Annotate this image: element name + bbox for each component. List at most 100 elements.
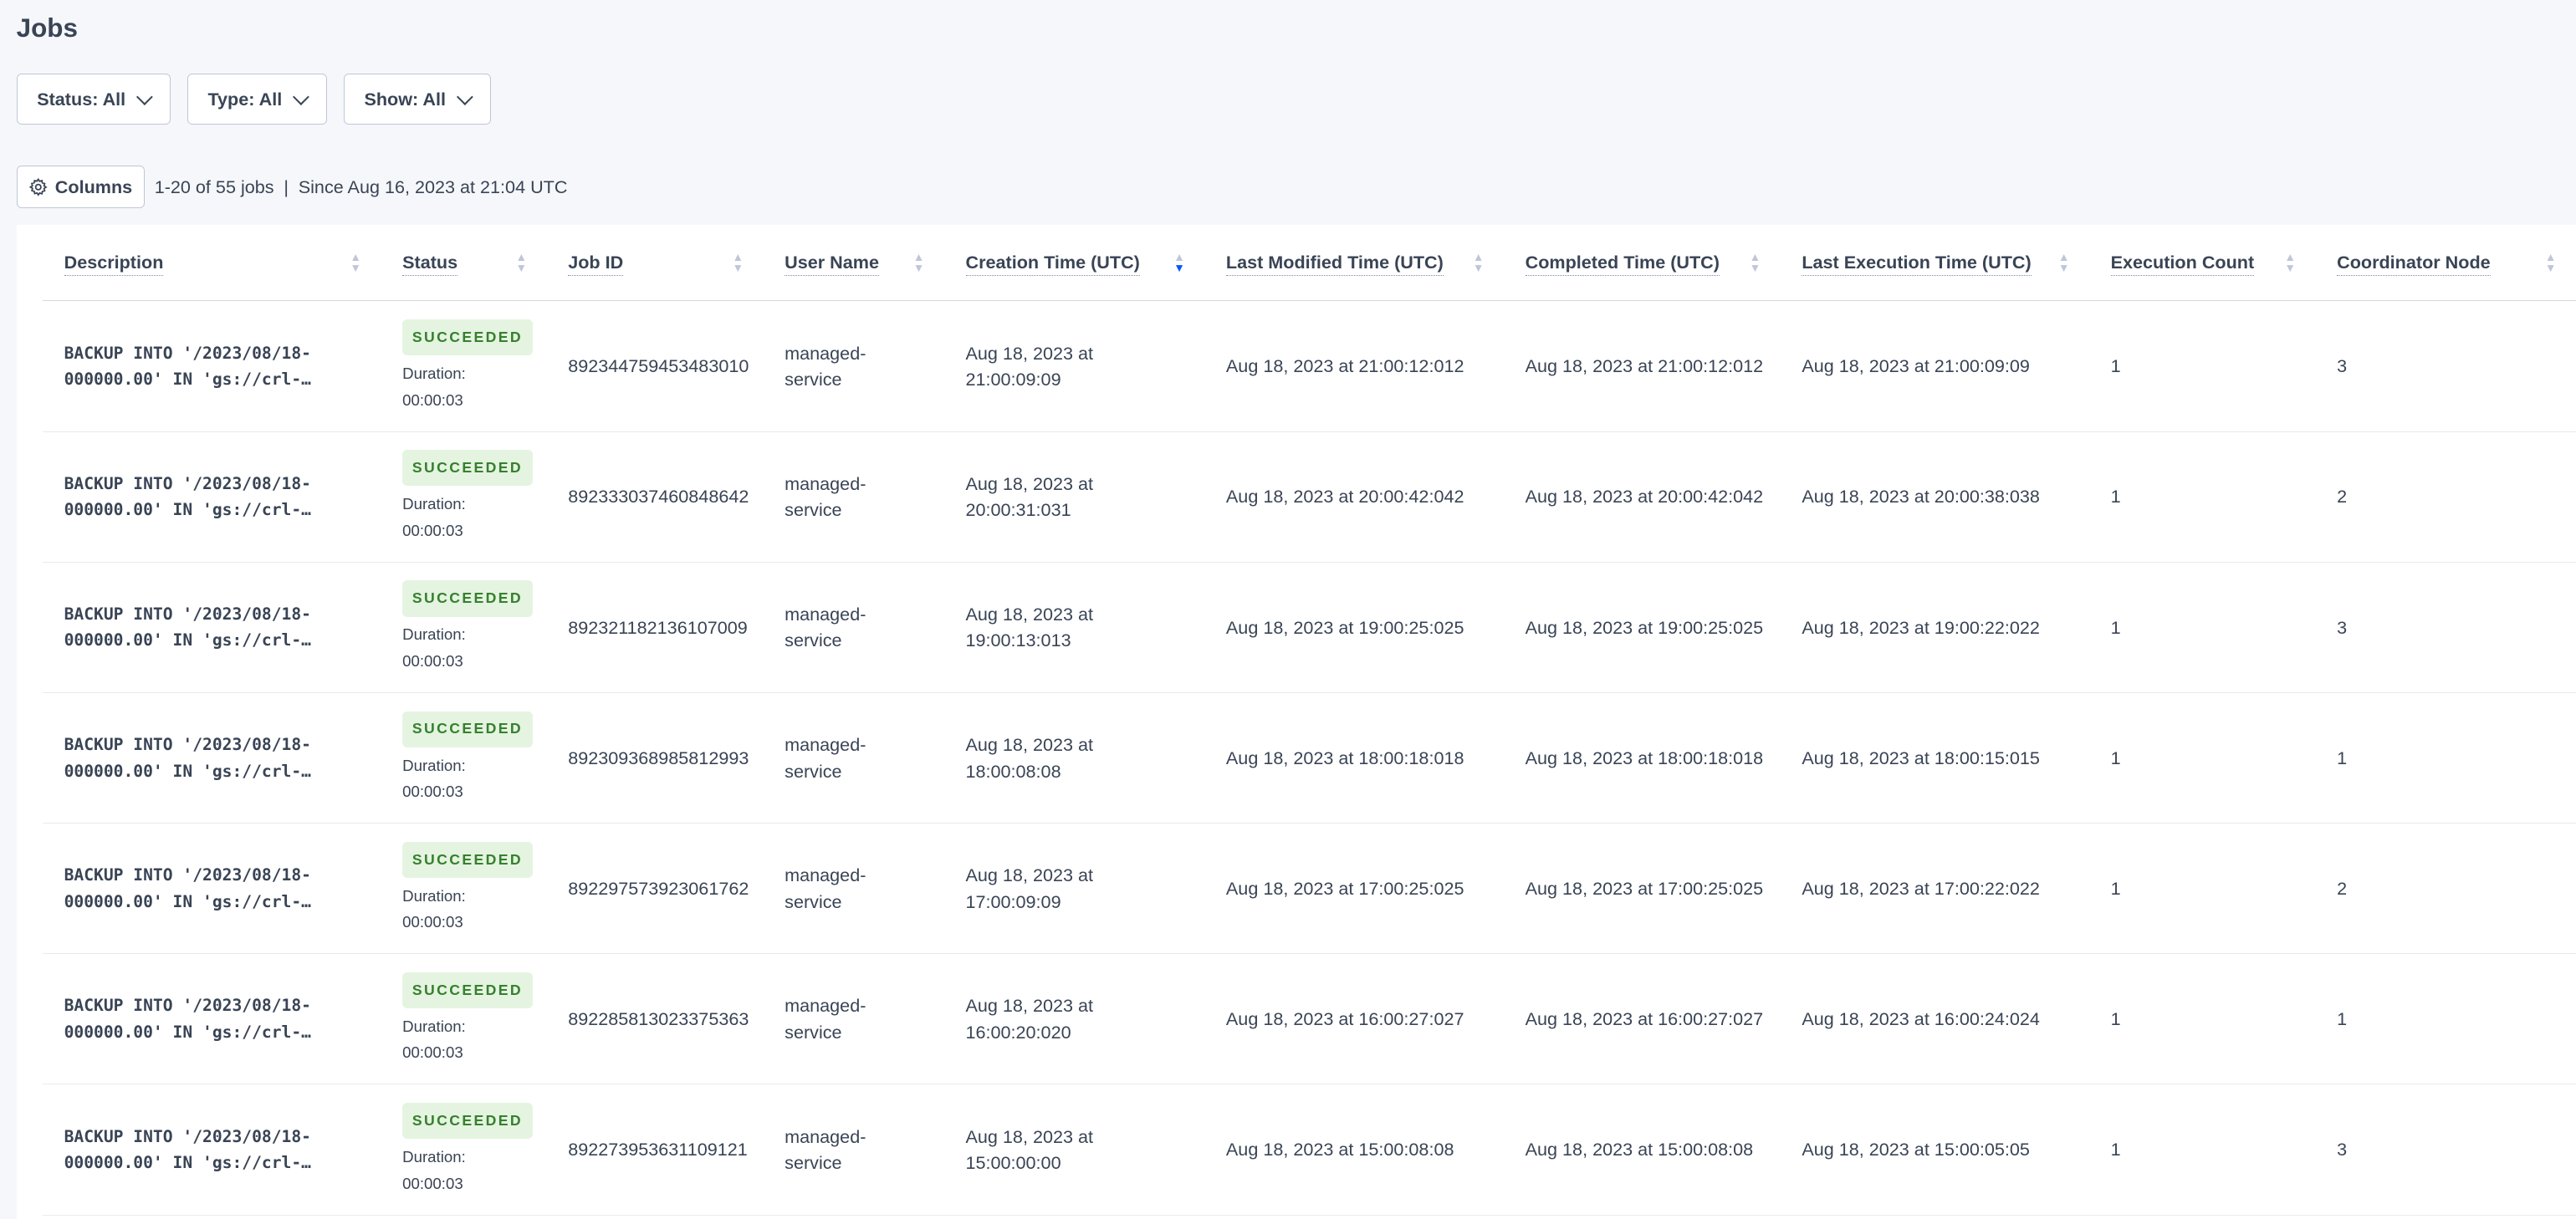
last-modified-cell: Aug 18, 2023 at 21:00:12:012 — [1204, 300, 1505, 432]
since-text: Since Aug 16, 2023 at 21:04 UTC — [298, 176, 568, 197]
sort-icon[interactable]: ▲ ▼ — [732, 250, 744, 275]
creation-time: 16:00:20:020 — [965, 1021, 1071, 1043]
duration-label: Duration: — [402, 495, 466, 513]
status-badge: SUCCEEDED — [402, 841, 533, 878]
sort-up-icon: ▲ — [732, 250, 744, 263]
column-header-description[interactable]: Description ▲ ▼ — [43, 225, 381, 302]
duration-value: 00:00:03 — [402, 913, 463, 931]
column-header-execution-count[interactable]: Execution Count ▲ ▼ — [2089, 225, 2316, 302]
column-header-creation-time-utc[interactable]: Creation Time (UTC) ▲ ▼ — [943, 225, 1205, 302]
description-line: BACKUP INTO '/2023/08/18- — [64, 996, 311, 1016]
execution-count-cell: 1 — [2089, 823, 2316, 955]
description-cell[interactable]: BACKUP INTO '/2023/08/18- 000000.00' IN '… — [43, 823, 381, 955]
description-line: 000000.00' IN 'gs://crl-… — [64, 761, 311, 781]
sort-icon[interactable]: ▲ ▼ — [1173, 251, 1185, 275]
coordinator-node-cell: 1 — [2315, 692, 2576, 824]
description-cell[interactable]: BACKUP INTO '/2023/08/18- 000000.00' IN '… — [43, 562, 381, 693]
column-header-status[interactable]: Status ▲ ▼ — [381, 225, 547, 302]
description-line: BACKUP INTO '/2023/08/18- — [64, 473, 311, 493]
creation-time-cell: Aug 18, 2023 at 18:00:08:08 — [943, 692, 1205, 824]
column-header-completed-time-utc[interactable]: Completed Time (UTC) ▲ ▼ — [1504, 225, 1781, 302]
sort-down-icon: ▼ — [515, 262, 528, 275]
column-header-label: Creation Time (UTC) — [965, 251, 1140, 277]
description-cell[interactable]: BACKUP INTO '/2023/08/18- 000000.00' IN '… — [43, 953, 381, 1085]
sort-icon[interactable]: ▲ ▼ — [515, 251, 528, 275]
job-id-cell[interactable]: 892297573923061762 — [546, 823, 764, 955]
last-modified-cell: Aug 18, 2023 at 20:00:42:042 — [1204, 431, 1505, 563]
sort-up-icon: ▲ — [1749, 250, 1761, 263]
job-id-cell[interactable]: 892285813023375363 — [546, 953, 764, 1085]
table-row[interactable]: BACKUP INTO '/2023/08/18- 000000.00' IN '… — [43, 823, 2576, 955]
last-execution-cell: Aug 18, 2023 at 15:00:05:05 — [1780, 1084, 2090, 1216]
description-line: 000000.00' IN 'gs://crl-… — [64, 1022, 311, 1042]
user-name-cell: managed-service — [763, 300, 944, 432]
table-row[interactable]: BACKUP INTO '/2023/08/18- 000000.00' IN '… — [43, 431, 2576, 563]
creation-date: Aug 18, 2023 at — [965, 472, 1094, 494]
description-line: BACKUP INTO '/2023/08/18- — [64, 604, 311, 624]
user-name-line: service — [785, 369, 842, 390]
columns-button[interactable]: Columns — [16, 166, 145, 209]
column-header-label: Completed Time (UTC) — [1525, 251, 1720, 277]
sort-icon[interactable]: ▲ ▼ — [913, 251, 925, 275]
sort-icon[interactable]: ▲ ▼ — [2284, 251, 2296, 275]
creation-time: 21:00:09:09 — [965, 369, 1061, 390]
job-id-cell[interactable]: 892333037460848642 — [546, 431, 764, 563]
sort-down-icon: ▼ — [2057, 262, 2070, 275]
status-filter-dropdown[interactable]: Status: All — [16, 74, 171, 125]
execution-count-cell: 1 — [2089, 431, 2316, 563]
column-header-coordinator-node[interactable]: Coordinator Node ▲ ▼ — [2315, 225, 2576, 302]
table-toolbar: Columns 1-20 of 55 jobs | Since Aug 16, … — [16, 166, 568, 209]
status-badge: SUCCEEDED — [402, 450, 533, 487]
completed-time-cell: Aug 18, 2023 at 18:00:18:018 — [1504, 692, 1781, 824]
column-header-last-modified-time-utc[interactable]: Last Modified Time (UTC) ▲ ▼ — [1204, 225, 1505, 302]
creation-date: Aug 18, 2023 at — [965, 603, 1094, 625]
sort-icon[interactable]: ▲ ▼ — [350, 250, 362, 275]
sort-icon[interactable]: ▲ ▼ — [1473, 251, 1485, 275]
description-cell[interactable]: BACKUP INTO '/2023/08/18- 000000.00' IN '… — [43, 300, 381, 432]
jobs-table: Description ▲ ▼ Status ▲ ▼ Job ID ▲ ▼ User Name ▲ ▼… — [43, 225, 2576, 1216]
table-row[interactable]: BACKUP INTO '/2023/08/18- 000000.00' IN '… — [43, 692, 2576, 824]
description-line: 000000.00' IN 'gs://crl-… — [64, 630, 311, 650]
job-id-cell[interactable]: 892344759453483010 — [546, 300, 764, 432]
type-filter-dropdown[interactable]: Type: All — [187, 74, 328, 125]
creation-date: Aug 18, 2023 at — [965, 342, 1094, 364]
column-header-job-id[interactable]: Job ID ▲ ▼ — [546, 225, 764, 302]
sort-icon[interactable]: ▲ ▼ — [1749, 250, 1761, 275]
table-row[interactable]: BACKUP INTO '/2023/08/18- 000000.00' IN '… — [43, 1084, 2576, 1216]
chevron-down-icon — [456, 89, 473, 105]
sort-down-icon: ▼ — [2544, 262, 2557, 275]
execution-count-cell: 1 — [2089, 1084, 2316, 1216]
description-cell[interactable]: BACKUP INTO '/2023/08/18- 000000.00' IN '… — [43, 1084, 381, 1216]
type-filter-label: Type: All — [207, 88, 283, 110]
user-name-cell: managed-service — [763, 692, 944, 824]
creation-date: Aug 18, 2023 at — [965, 1125, 1094, 1147]
show-filter-dropdown[interactable]: Show: All — [343, 74, 492, 125]
column-header-user-name[interactable]: User Name ▲ ▼ — [763, 225, 944, 302]
status-cell: SUCCEEDED Duration: 00:00:03 — [381, 562, 547, 693]
table-row[interactable]: BACKUP INTO '/2023/08/18- 000000.00' IN '… — [43, 562, 2576, 693]
job-id-cell[interactable]: 892321182136107009 — [546, 562, 764, 693]
chevron-down-icon — [293, 89, 309, 105]
job-id-cell[interactable]: 892309368985812993 — [546, 692, 764, 824]
page-title: Jobs — [16, 13, 78, 43]
sort-up-icon: ▲ — [350, 250, 362, 263]
user-name-line: managed- — [785, 995, 866, 1017]
user-name-line: managed- — [785, 342, 866, 364]
user-name-line: managed- — [785, 1125, 866, 1147]
user-name-cell: managed-service — [763, 562, 944, 693]
job-id-cell[interactable]: 892273953631109121 — [546, 1084, 764, 1216]
sort-icon[interactable]: ▲ ▼ — [2057, 251, 2070, 275]
user-name-cell: managed-service — [763, 953, 944, 1085]
description-cell[interactable]: BACKUP INTO '/2023/08/18- 000000.00' IN '… — [43, 431, 381, 563]
creation-time-cell: Aug 18, 2023 at 21:00:09:09 — [943, 300, 1205, 432]
last-execution-cell: Aug 18, 2023 at 20:00:38:038 — [1780, 431, 2090, 563]
status-badge: SUCCEEDED — [402, 1103, 533, 1140]
creation-time: 17:00:09:09 — [965, 890, 1061, 912]
user-name-line: service — [785, 890, 842, 912]
table-row[interactable]: BACKUP INTO '/2023/08/18- 000000.00' IN '… — [43, 300, 2576, 432]
sort-icon[interactable]: ▲ ▼ — [2544, 251, 2557, 275]
description-cell[interactable]: BACKUP INTO '/2023/08/18- 000000.00' IN '… — [43, 692, 381, 824]
table-row[interactable]: BACKUP INTO '/2023/08/18- 000000.00' IN '… — [43, 953, 2576, 1085]
separator: | — [284, 176, 289, 197]
column-header-last-execution-time-utc[interactable]: Last Execution Time (UTC) ▲ ▼ — [1780, 225, 2090, 302]
